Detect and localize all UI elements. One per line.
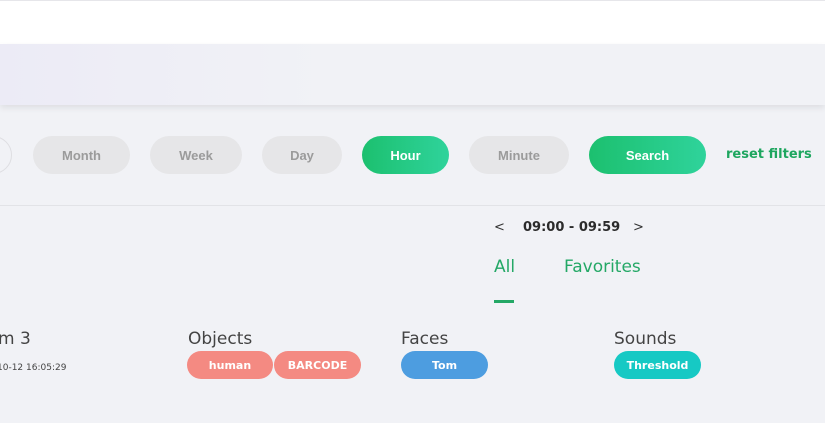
top-bar <box>0 0 825 44</box>
sounds-label: Sounds <box>614 329 677 349</box>
filter-button-partial[interactable] <box>0 136 12 174</box>
filter-week-button[interactable]: Week <box>150 136 242 174</box>
face-tag[interactable]: Tom <box>401 351 488 379</box>
filter-hour-button[interactable]: Hour <box>362 136 449 174</box>
filter-month-button[interactable]: Month <box>33 136 130 174</box>
event-date: 10-12 16:05:29 <box>0 363 67 373</box>
object-tag[interactable]: human <box>187 351 273 379</box>
filter-day-button[interactable]: Day <box>262 136 342 174</box>
event-title: m 3 <box>0 329 31 349</box>
reset-filters-link[interactable]: reset filters <box>726 147 812 162</box>
time-next-button[interactable]: > <box>633 220 644 240</box>
object-tag[interactable]: BARCODE <box>274 351 361 379</box>
time-prev-button[interactable]: < <box>494 220 505 240</box>
filter-bar: Month Week Day Hour Minute Search reset … <box>0 105 825 206</box>
time-range-label: 09:00 - 09:59 <box>523 220 621 235</box>
sound-tag[interactable]: Threshold <box>614 351 701 379</box>
sub-header <box>0 44 825 105</box>
active-tab-indicator <box>494 300 514 303</box>
faces-label: Faces <box>401 329 449 349</box>
tab-favorites[interactable]: Favorites <box>564 257 641 277</box>
objects-label: Objects <box>188 329 253 349</box>
tab-all[interactable]: All <box>494 257 515 277</box>
search-button[interactable]: Search <box>589 136 706 174</box>
filter-minute-button[interactable]: Minute <box>469 136 569 174</box>
